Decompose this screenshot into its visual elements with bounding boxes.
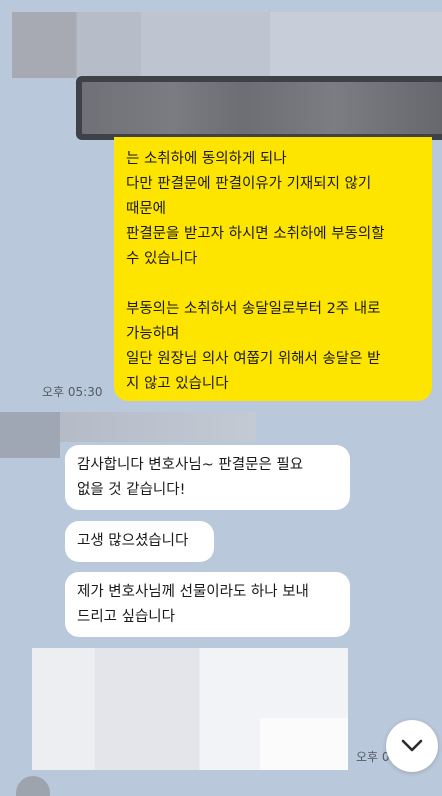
message-line: 때문에: [126, 201, 167, 217]
message-line: 드리고 싶습니다: [77, 609, 175, 625]
message-line: 없을 것 같습니다!: [77, 482, 186, 498]
redacted-message-bottom: [32, 648, 348, 770]
incoming-message-bubble[interactable]: 고생 많으셨습니다: [65, 521, 214, 562]
message-line: 수 있습니다: [126, 251, 198, 267]
redacted-message-top: [12, 12, 442, 78]
scroll-to-bottom-button[interactable]: [386, 720, 438, 772]
chevron-down-icon: [401, 739, 423, 752]
incoming-message-bubble[interactable]: 감사합니다 변호사님~ 판결문은 필요 없을 것 같습니다!: [65, 445, 350, 510]
message-timestamp: 오후 0: [356, 750, 390, 764]
avatar: [16, 776, 50, 796]
message-line: 판결문을 받고자 하시면 소취하에 부동의할: [126, 226, 385, 242]
message-line: 가능하며: [126, 326, 180, 342]
redacted-message-dark: [76, 76, 442, 140]
message-line: 제가 변호사님께 선물이라도 하나 보내: [77, 584, 309, 600]
message-line: 부동의는 소취하서 송달일로부터 2주 내로: [126, 301, 381, 317]
message-line: 감사합니다 변호사님~ 판결문은 필요: [77, 457, 304, 473]
message-line: 는 소취하에 동의하게 되나: [126, 151, 287, 167]
message-timestamp: 오후 05:30: [42, 385, 103, 399]
message-line: 고생 많으셨습니다: [77, 533, 189, 549]
message-line: 일단 원장님 의사 여쭙기 위해서 송달은 받: [126, 351, 381, 367]
message-line: 지 않고 있습니다: [126, 376, 229, 392]
message-line: 다만 판결문에 판결이유가 기재되지 않기: [126, 176, 372, 192]
outgoing-message-bubble[interactable]: 는 소취하에 동의하게 되나 다만 판결문에 판결이유가 기재되지 않기 때문에…: [114, 137, 432, 401]
redacted-sender-avatar: [0, 412, 60, 458]
incoming-message-bubble[interactable]: 제가 변호사님께 선물이라도 하나 보내 드리고 싶습니다: [65, 572, 350, 637]
redacted-sender-name: [60, 412, 256, 442]
